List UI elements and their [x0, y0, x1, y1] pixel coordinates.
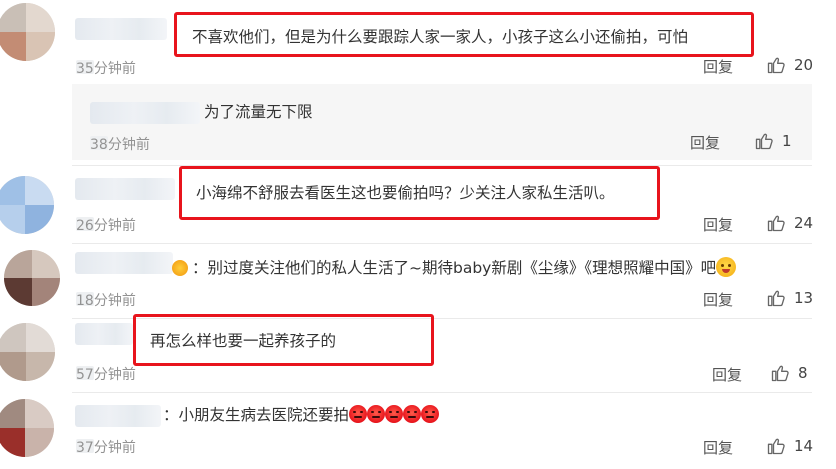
like-count: 1 [782, 132, 792, 150]
like-button[interactable]: 20 [766, 55, 813, 75]
avatar[interactable] [0, 176, 54, 234]
thumbs-up-icon [767, 438, 785, 455]
like-count: 24 [794, 214, 814, 232]
reply-button[interactable]: 回复 [690, 132, 720, 153]
comment-item: 小海绵不舒服去看医生这也要偷拍吗？少关注人家私生活叭。 26分钟前 回复 24 [0, 166, 836, 240]
highlight-box [179, 166, 660, 220]
angry-face-emoji [421, 405, 440, 423]
like-button[interactable]: 1 [754, 131, 792, 151]
comment-time: 37分钟前 [76, 440, 136, 456]
crying-face-emoji [716, 257, 737, 277]
angry-face-emoji [367, 405, 386, 423]
badge-icon [172, 260, 188, 276]
comment-item: 再怎么样也要一起养孩子的 57分钟前 回复 8 [0, 314, 836, 391]
like-button[interactable]: 14 [766, 436, 813, 456]
reply-button[interactable]: 回复 [712, 364, 742, 385]
thumbs-up-icon [767, 57, 785, 74]
comment-item: ：别过度关注他们的私人生活了~期待baby新剧《尘缘》《理想照耀中国》吧 18分… [0, 244, 836, 318]
comment-text: 为了流量无下限 [204, 103, 313, 121]
like-button[interactable]: 8 [770, 363, 808, 383]
like-count: 20 [794, 56, 814, 74]
username-blurred[interactable] [75, 178, 175, 200]
like-button[interactable]: 13 [766, 288, 813, 308]
angry-face-emoji [349, 405, 368, 423]
comment-time: 57分钟前 [76, 367, 136, 383]
comment-text: ：小朋友生病去医院还要拍 [163, 404, 440, 426]
avatar[interactable] [0, 323, 55, 381]
avatar[interactable] [4, 250, 60, 306]
comment-time: 18分钟前 [76, 293, 136, 309]
comment-item: ：小朋友生病去医院还要拍 37分钟前 回复 14 [0, 393, 836, 469]
like-count: 8 [798, 364, 808, 382]
angry-face-emoji [385, 405, 404, 423]
comment-time: 35分钟前 [76, 61, 136, 77]
reply-button[interactable]: 回复 [703, 437, 733, 458]
like-button[interactable]: 24 [766, 213, 813, 233]
highlight-box [174, 12, 754, 57]
comment-time: 38分钟前 [90, 137, 150, 153]
username-blurred[interactable] [75, 252, 173, 274]
comment-text: ：别过度关注他们的私人生活了~期待baby新剧《尘缘》《理想照耀中国》吧 [192, 257, 737, 279]
avatar[interactable] [0, 399, 54, 457]
thumbs-up-icon [771, 365, 789, 382]
username-blurred[interactable] [75, 18, 167, 40]
comment-item: 不喜欢他们，但是为什么要跟踪人家一家人，小孩子这么小还偷拍，可怕 35分钟前 回… [0, 0, 836, 82]
reply-button[interactable]: 回复 [703, 289, 733, 310]
reply-button[interactable]: 回复 [703, 214, 733, 235]
thumbs-up-icon [767, 290, 785, 307]
reply-button[interactable]: 回复 [703, 56, 733, 77]
thumbs-up-icon [767, 215, 785, 232]
angry-face-emoji [403, 405, 422, 423]
comment-time: 26分钟前 [76, 218, 136, 234]
thumbs-up-icon [755, 133, 773, 150]
username-blurred[interactable] [90, 102, 200, 124]
sub-comment-item: 为了流量无下限 38分钟前 回复 1 [0, 84, 836, 160]
avatar[interactable] [0, 3, 55, 61]
like-count: 13 [794, 289, 814, 307]
highlight-box [133, 314, 434, 366]
username-blurred[interactable] [75, 323, 133, 345]
like-count: 14 [794, 437, 814, 455]
username-blurred[interactable] [75, 405, 161, 427]
